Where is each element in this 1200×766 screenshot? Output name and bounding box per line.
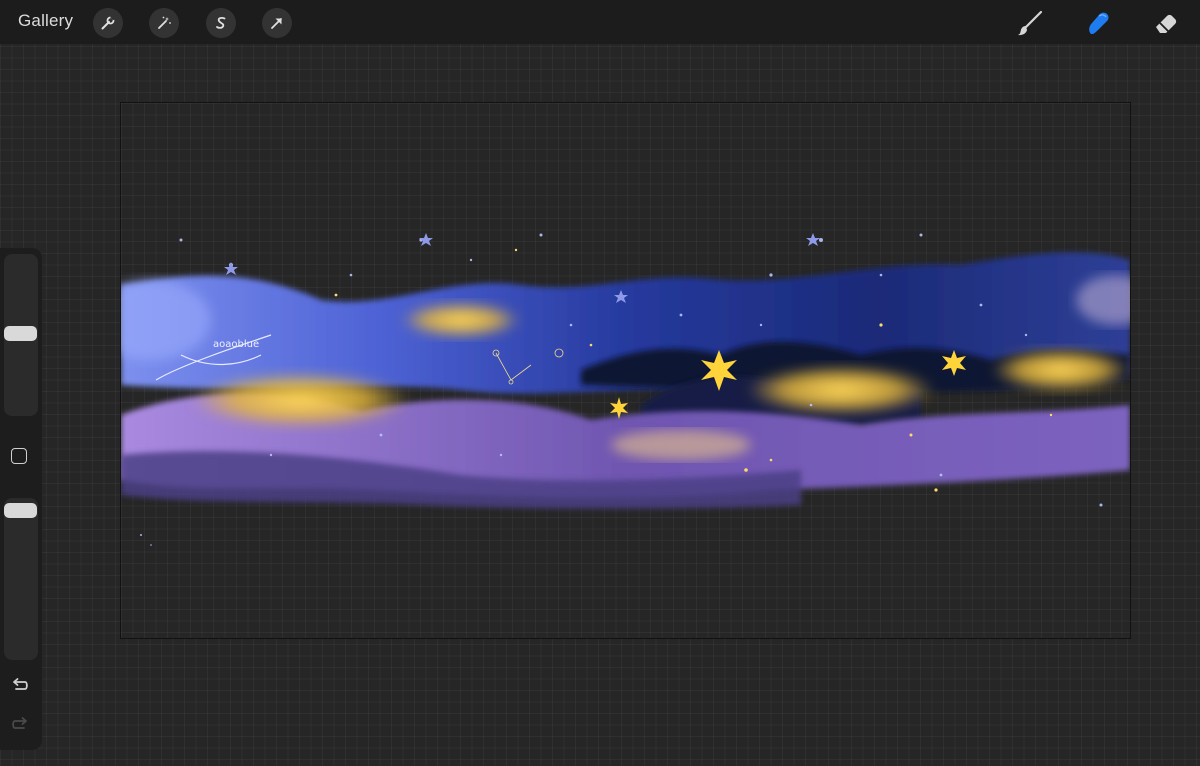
top-toolbar: Gallery (0, 0, 1200, 44)
wrench-icon (101, 16, 115, 30)
paintbrush-icon[interactable] (1014, 7, 1046, 39)
opacity-slider[interactable] (4, 498, 38, 660)
artist-signature: aoaoblue (213, 339, 259, 350)
left-sidebar (0, 248, 42, 750)
undo-icon[interactable] (10, 676, 30, 696)
modify-button[interactable] (11, 448, 27, 464)
opacity-slider-thumb[interactable] (4, 502, 37, 518)
smudge-finger-icon[interactable] (1082, 7, 1114, 39)
adjustments-button[interactable] (149, 8, 179, 38)
transform-button[interactable] (262, 8, 292, 38)
redo-icon[interactable] (10, 715, 30, 735)
arrow-cursor-icon (271, 18, 282, 29)
selection-button[interactable] (206, 8, 236, 38)
starry-sky-artwork: aoaoblue (121, 233, 1130, 546)
selection-s-icon (216, 17, 226, 29)
gallery-button[interactable]: Gallery (18, 11, 73, 31)
eraser-icon[interactable] (1150, 7, 1182, 39)
actions-button[interactable] (93, 8, 123, 38)
brush-size-slider-thumb[interactable] (4, 326, 37, 342)
magic-wand-icon (158, 16, 171, 29)
